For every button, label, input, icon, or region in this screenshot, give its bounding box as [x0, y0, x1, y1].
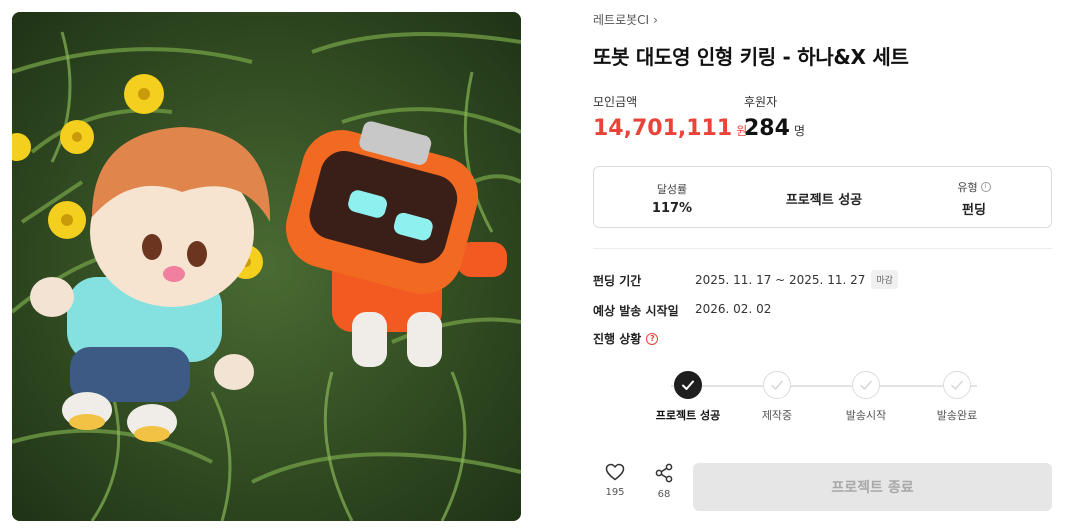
- step-label: 발송시작: [845, 409, 887, 422]
- type-label-row: 유형 i: [957, 179, 991, 195]
- progress-label-row: 진행 상황 ?: [593, 330, 659, 347]
- type-cell: 유형 i 펀딩: [939, 167, 1009, 229]
- amount-value: 14,701,111: [593, 116, 733, 141]
- period-value: 2025. 11. 17 ~ 2025. 11. 27: [695, 272, 866, 287]
- share-button[interactable]: 68: [642, 463, 686, 500]
- creator-link[interactable]: 레트로봇CI ›: [593, 11, 658, 28]
- share-icon: [655, 463, 673, 483]
- ship-value: 2026. 02. 02: [695, 302, 772, 316]
- type-value: 펀딩: [962, 202, 986, 218]
- like-button[interactable]: 195: [593, 463, 637, 498]
- achievement-cell: 달성률 117%: [634, 167, 710, 229]
- project-status: 프로젝트 성공: [785, 192, 863, 208]
- heart-icon: [605, 463, 625, 481]
- backers-unit: 명: [793, 124, 805, 138]
- period-row: 2025. 11. 17 ~ 2025. 11. 27 마감: [695, 270, 898, 289]
- check-icon: [674, 371, 702, 399]
- type-label: 유형: [957, 180, 978, 194]
- chevron-right-icon: ›: [653, 12, 658, 27]
- achievement-value: 117%: [651, 200, 693, 216]
- step-label: 발송완료: [936, 409, 978, 422]
- progress-track: [671, 385, 977, 387]
- progress-label: 진행 상황: [593, 332, 642, 346]
- step-label: 프로젝트 성공: [655, 409, 721, 422]
- share-count: 68: [657, 489, 671, 500]
- backers-value: 284: [744, 116, 790, 141]
- creator-name[interactable]: 레트로봇CI: [593, 11, 649, 28]
- like-count: 195: [605, 487, 625, 498]
- achievement-label: 달성률: [656, 182, 688, 196]
- period-label: 펀딩 기간: [593, 274, 642, 288]
- check-icon: [852, 371, 880, 399]
- product-photo-illustration: [12, 12, 521, 521]
- project-ended-button[interactable]: 프로젝트 종료: [693, 463, 1052, 511]
- project-title: 또봇 대도영 인형 키링 - 하나&X 세트: [593, 45, 909, 69]
- amount-label: 모인금액: [593, 95, 638, 109]
- backers-stat: 284 명: [744, 116, 805, 141]
- status-cell: 프로젝트 성공: [764, 167, 884, 229]
- check-icon: [763, 371, 791, 399]
- check-icon: [943, 371, 971, 399]
- progress-stepper: 프로젝트 성공 제작중 발송시작 발송완료: [643, 368, 1023, 428]
- step-shipping-start: 발송시작: [846, 371, 886, 422]
- step-shipping-complete: 발송완료: [937, 371, 977, 422]
- backers-label: 후원자: [744, 95, 778, 109]
- amount-stat: 14,701,111 원: [593, 116, 747, 141]
- closed-badge: 마감: [871, 270, 898, 289]
- project-summary-box: 달성률 117% 프로젝트 성공 유형 i 펀딩: [593, 166, 1052, 228]
- ship-label: 예상 발송 시작일: [593, 304, 679, 318]
- step-in-production: 제작중: [762, 371, 792, 422]
- step-project-success: 프로젝트 성공: [656, 371, 720, 422]
- info-icon[interactable]: i: [980, 181, 991, 192]
- divider: [593, 248, 1052, 249]
- question-icon[interactable]: ?: [646, 332, 659, 345]
- action-bar: 195 68 프로젝트 종료: [593, 463, 1052, 511]
- step-label: 제작중: [761, 409, 793, 422]
- project-info-panel: 레트로봇CI › 또봇 대도영 인형 키링 - 하나&X 세트 모인금액 14,…: [593, 0, 1053, 532]
- product-image: [12, 12, 521, 521]
